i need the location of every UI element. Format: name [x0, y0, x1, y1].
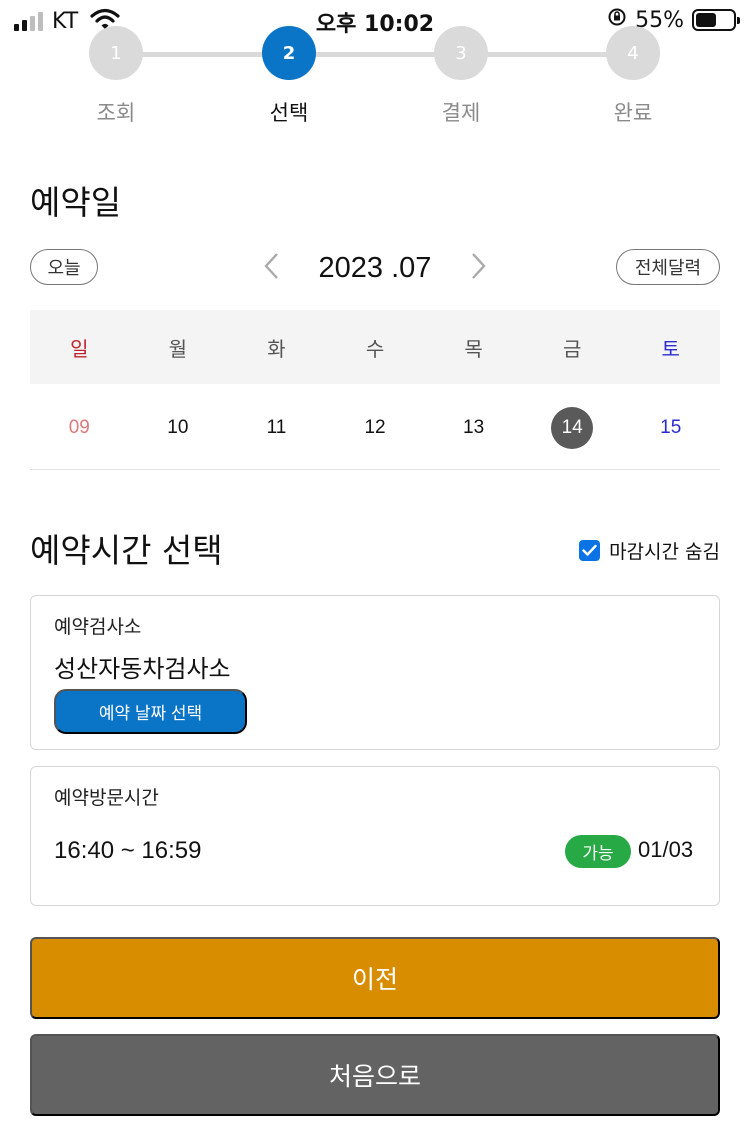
previous-month-icon[interactable]: [262, 251, 282, 285]
next-month-icon[interactable]: [468, 251, 488, 285]
calendar-day[interactable]: 12: [326, 386, 425, 469]
day-number: 13: [463, 416, 485, 438]
visit-time-range: 16:40 ~ 16:59: [54, 837, 202, 864]
slot-count: 01/03: [638, 837, 694, 862]
day-number: 14: [551, 406, 594, 449]
calendar-day[interactable]: 09: [30, 386, 129, 469]
step-number: 3: [434, 26, 488, 80]
step-label: 조회: [96, 101, 136, 125]
weekday-thu: 목: [464, 336, 483, 361]
progress-stepper: 1 조회 2 선택 3 결제 4 완료: [0, 0, 750, 140]
previous-button[interactable]: 이전: [30, 937, 720, 1019]
weekday-mon: 월: [168, 336, 188, 361]
reservation-time-title: 예약시간 선택: [30, 531, 223, 570]
day-number: 10: [167, 416, 189, 438]
step-label: 결제: [441, 101, 481, 125]
today-button[interactable]: 오늘: [30, 249, 98, 285]
calendar-day[interactable]: 13: [424, 386, 523, 469]
hide-closed-toggle[interactable]: 마감시간 숨김: [579, 537, 720, 564]
hide-closed-label: 마감시간 숨김: [609, 541, 720, 563]
step-number: 4: [606, 26, 660, 80]
current-month: 2023 .07: [318, 251, 432, 284]
calendar-day[interactable]: 10: [129, 386, 228, 469]
checkbox-checked-icon[interactable]: [579, 540, 601, 561]
day-number: 15: [660, 416, 682, 438]
inspection-center-name: 성산자동차검사소: [54, 655, 231, 683]
day-number: 11: [266, 416, 287, 438]
visit-time-card[interactable]: 예약방문시간 16:40 ~ 16:59 가능 01/03: [30, 766, 720, 906]
step-label: 선택: [269, 101, 309, 125]
month-navigator: 2023 .07: [262, 248, 488, 288]
reservation-date-title: 예약일: [30, 183, 122, 222]
visit-time-label: 예약방문시간: [54, 787, 159, 809]
step-1: 1 조회: [56, 26, 176, 127]
step-label: 완료: [613, 101, 653, 125]
restart-button[interactable]: 처음으로: [30, 1034, 720, 1116]
calendar-day[interactable]: 15: [621, 386, 720, 469]
calendar-day[interactable]: 11: [227, 386, 326, 469]
weekday-header: 일 월 화 수 목 금 토: [30, 310, 720, 384]
weekday-wed: 수: [365, 336, 385, 361]
step-number: 1: [89, 26, 143, 80]
step-3: 3 결제: [401, 26, 521, 127]
weekday-sun: 일: [70, 336, 89, 361]
inspection-center-label: 예약검사소: [54, 616, 142, 638]
step-4: 4 완료: [573, 26, 693, 127]
inspection-center-card: 예약검사소 성산자동차검사소 예약 날짜 선택: [30, 595, 720, 750]
day-number: 09: [68, 416, 90, 438]
step-2: 2 선택: [229, 26, 349, 127]
weekday-tue: 화: [267, 336, 286, 361]
weekday-sat: 토: [661, 336, 680, 361]
calendar-day-selected[interactable]: 14: [523, 386, 622, 469]
week-days-row: 09 10 11 12 13 14 15: [30, 386, 720, 470]
availability-badge: 가능: [565, 835, 631, 868]
stepper-line: [116, 52, 634, 57]
select-date-button[interactable]: 예약 날짜 선택: [54, 689, 247, 734]
step-number: 2: [262, 26, 316, 80]
weekday-fri: 금: [562, 336, 582, 361]
full-calendar-button[interactable]: 전체달력: [616, 249, 720, 285]
day-number: 12: [364, 416, 386, 438]
